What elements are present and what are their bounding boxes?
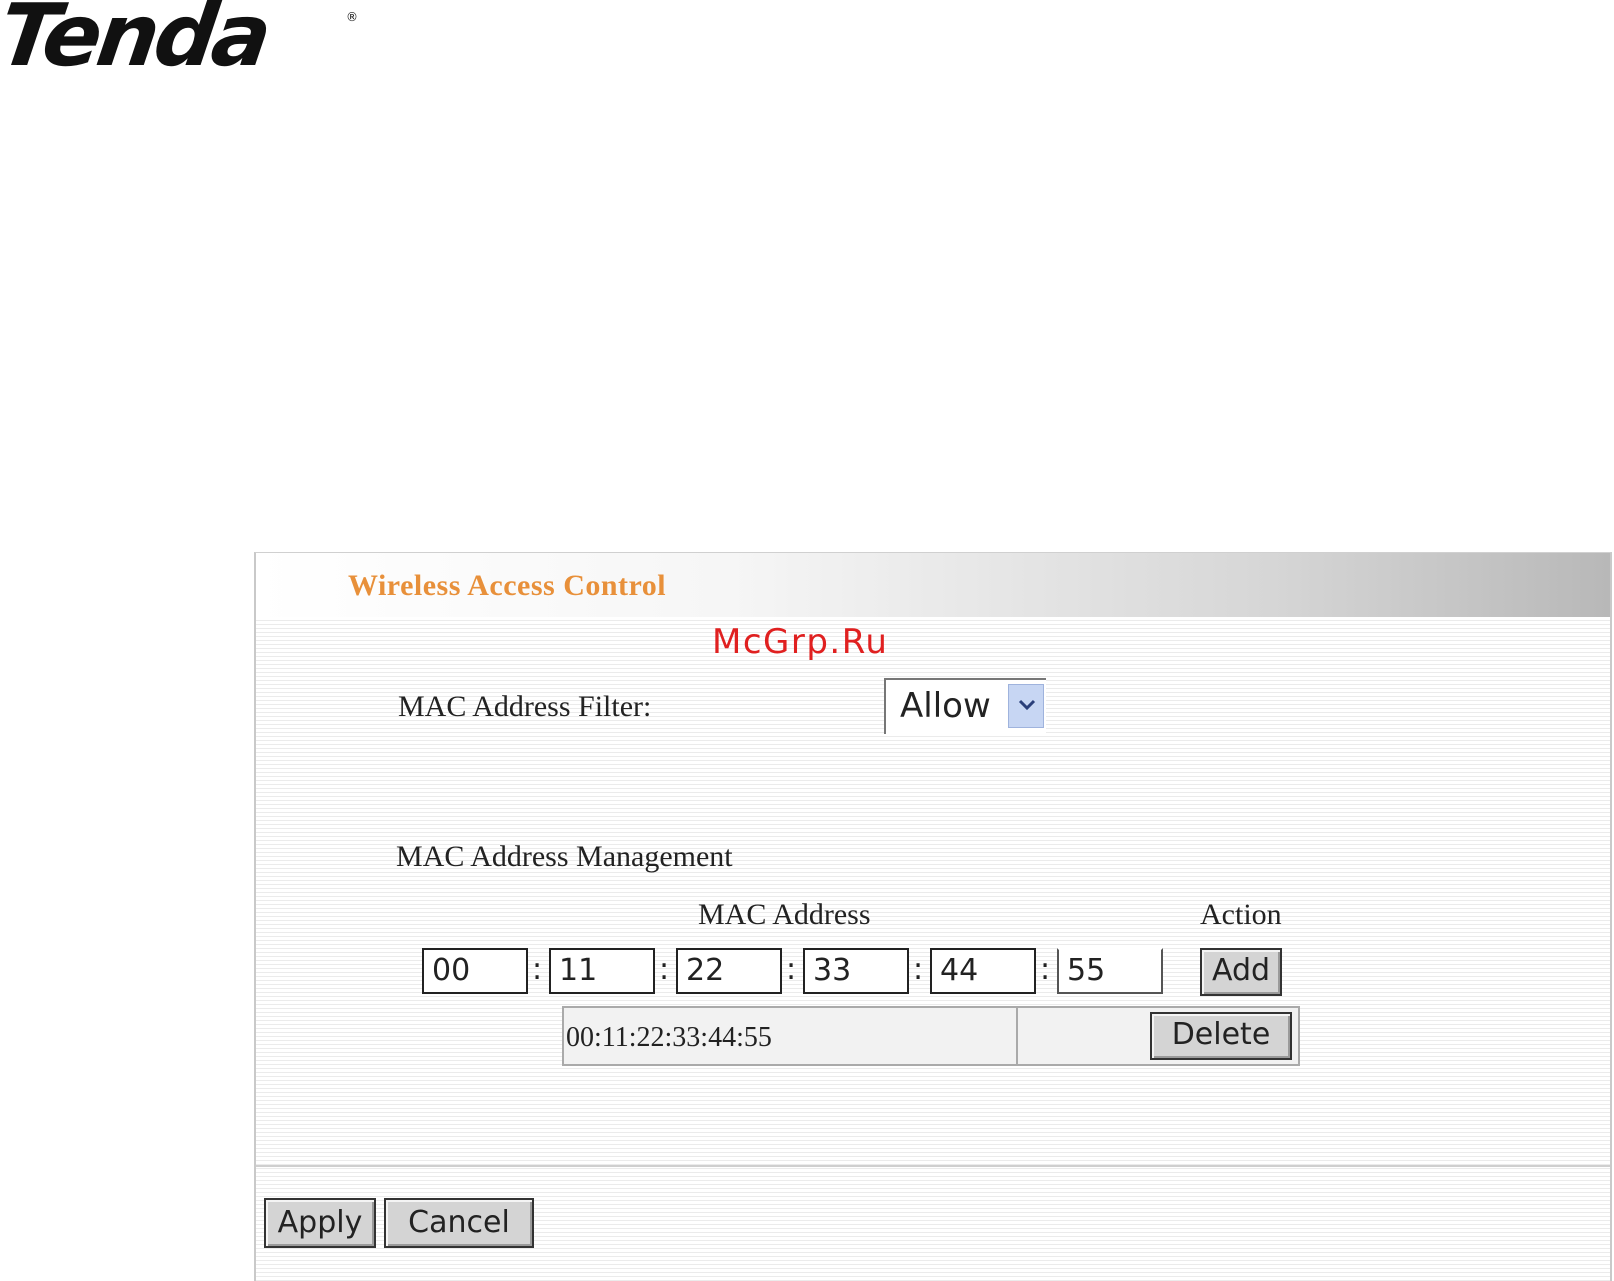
mac-octet-6-input[interactable]: 55 — [1057, 948, 1163, 994]
logo-text: Tenda — [0, 0, 274, 86]
mac-octet-5-input[interactable]: 44 — [930, 948, 1036, 994]
panel-header: Wireless Access Control — [256, 553, 1610, 617]
tenda-logo: Tenda ® — [0, 0, 360, 86]
footer-divider — [256, 1165, 1610, 1167]
dropdown-button[interactable] — [1008, 684, 1044, 728]
mac-octet-4-input[interactable]: 33 — [803, 948, 909, 994]
mac-separator: : — [532, 952, 543, 987]
mac-filter-select[interactable]: Allow — [884, 678, 1046, 734]
mac-separator: : — [659, 952, 670, 987]
mac-management-label: MAC Address Management — [396, 840, 733, 873]
mac-filter-label: MAC Address Filter: — [398, 690, 652, 723]
mac-entry-address: 00:11:22:33:44:55 — [566, 1022, 772, 1053]
watermark: McGrp.Ru — [712, 622, 889, 662]
column-header-mac-address: MAC Address — [698, 898, 871, 931]
mac-separator: : — [786, 952, 797, 987]
mac-octet-1-input[interactable]: 00 — [422, 948, 528, 994]
row-divider — [1016, 1008, 1018, 1064]
column-header-action: Action — [1200, 898, 1282, 931]
cancel-button[interactable]: Cancel — [384, 1198, 534, 1248]
add-button[interactable]: Add — [1200, 948, 1282, 996]
chevron-down-icon — [1018, 699, 1036, 711]
mac-filter-selected: Allow — [900, 686, 991, 726]
apply-button[interactable]: Apply — [264, 1198, 376, 1248]
panel-title: Wireless Access Control — [348, 569, 667, 602]
mac-octet-2-input[interactable]: 11 — [549, 948, 655, 994]
delete-button[interactable]: Delete — [1150, 1012, 1292, 1060]
registered-mark: ® — [346, 10, 358, 24]
mac-separator: : — [913, 952, 924, 987]
wireless-access-control-panel: Wireless Access Control — [254, 552, 1612, 1281]
mac-octet-3-input[interactable]: 22 — [676, 948, 782, 994]
mac-separator: : — [1040, 952, 1051, 987]
